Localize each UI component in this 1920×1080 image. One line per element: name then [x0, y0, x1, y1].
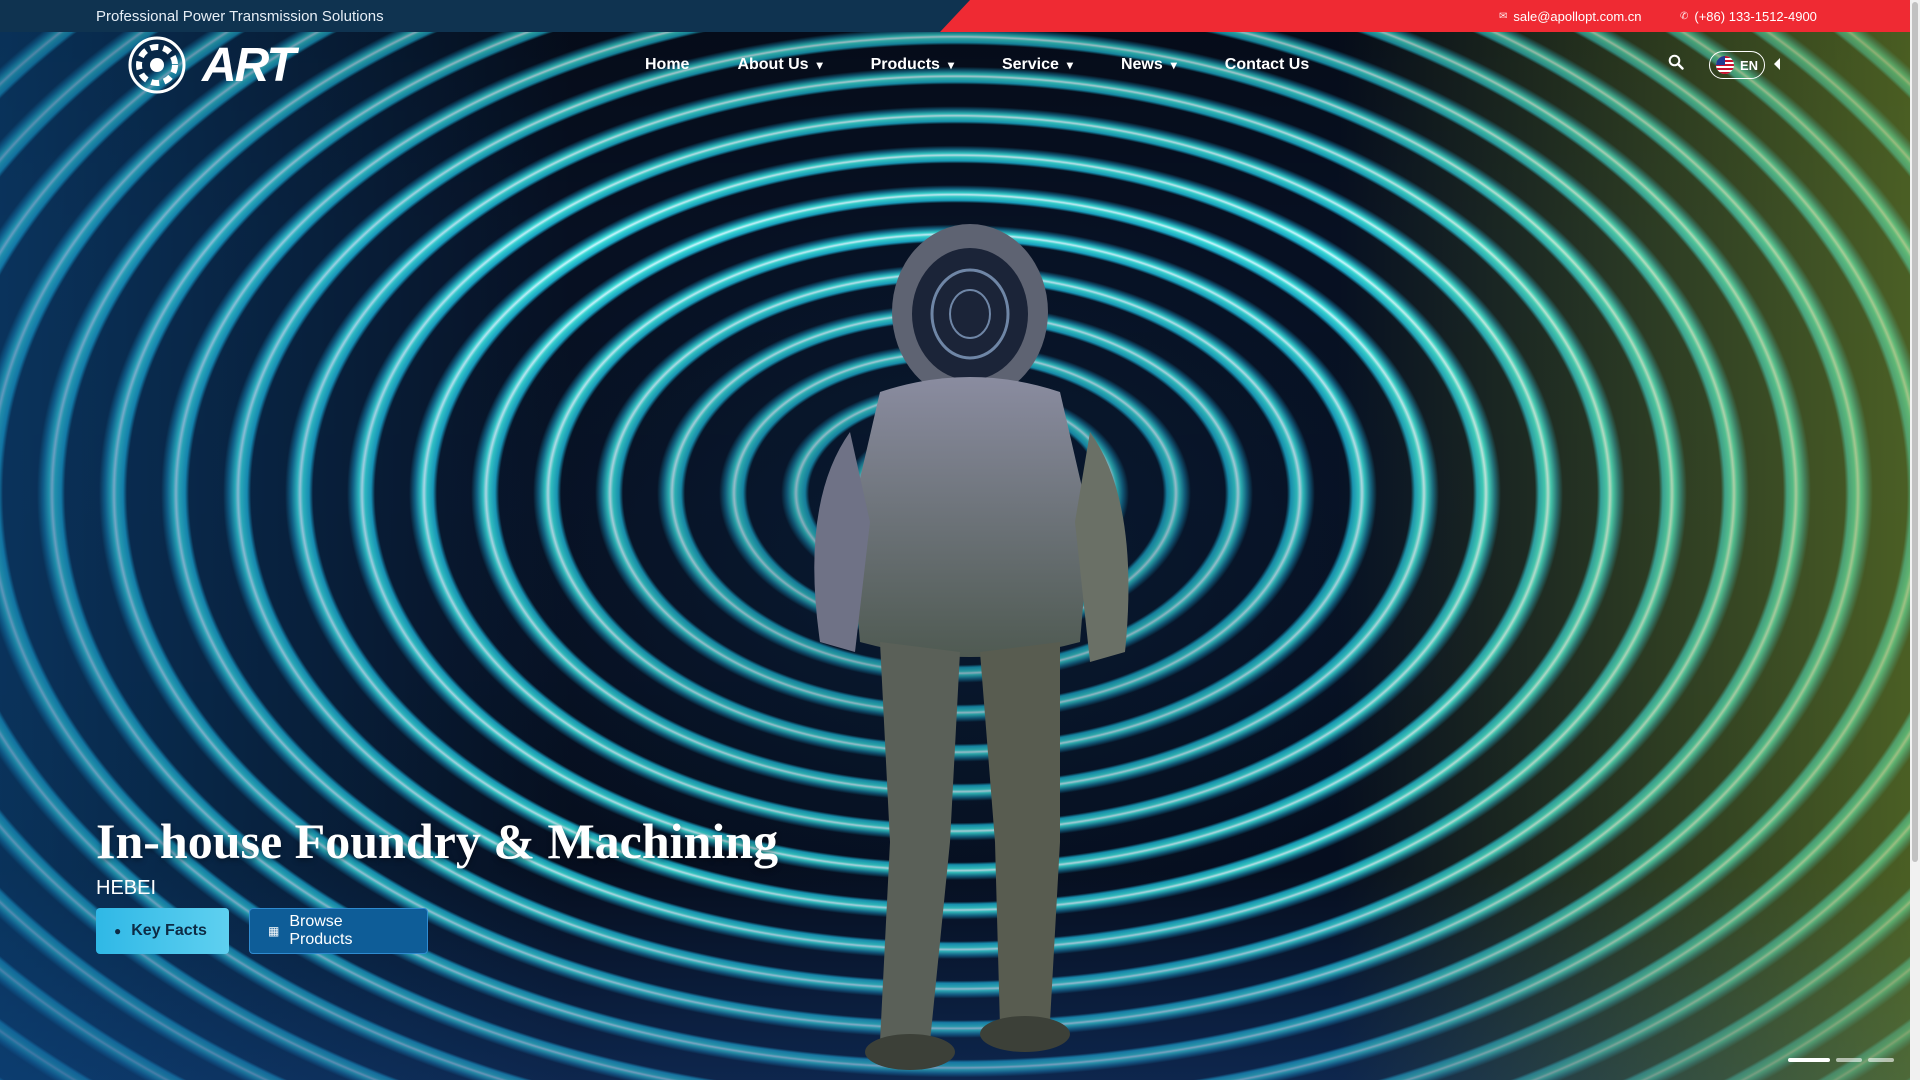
- main-nav: Home About Us ▾ Products ▾ Service ▾ News ▾ …: [645, 56, 1357, 74]
- logo-wordmark: ART: [202, 38, 296, 92]
- phone-icon: ✆: [1680, 11, 1689, 22]
- hero-subtitle: HEBEI: [96, 877, 157, 899]
- chevron-down-icon: ▾: [1066, 58, 1073, 72]
- slide-dot-1[interactable]: [1788, 1058, 1830, 1062]
- browse-products-button[interactable]: ▦ Browse Products: [249, 908, 428, 954]
- logo-emblem-icon: [128, 36, 186, 94]
- nav-news[interactable]: News ▾: [1121, 56, 1177, 74]
- tagline: Professional Power Transmission Solution…: [96, 8, 384, 25]
- astronaut-image: [814, 224, 1129, 1070]
- nav-home[interactable]: Home: [645, 56, 689, 74]
- nav-contact-us[interactable]: Contact Us: [1225, 56, 1309, 74]
- nav-service[interactable]: Service ▾: [1002, 56, 1073, 74]
- key-facts-button[interactable]: ● Key Facts: [96, 908, 229, 954]
- hero-title: In-house Foundry & Machining: [96, 813, 779, 869]
- email-text: sale@apollopt.com.cn: [1513, 9, 1642, 24]
- phone-link[interactable]: ✆ (+86) 133-1512-4900: [1680, 9, 1817, 24]
- info-icon: ●: [114, 924, 122, 938]
- envelope-icon: ✉: [1499, 11, 1508, 22]
- language-selector[interactable]: EN: [1709, 51, 1765, 79]
- search-icon[interactable]: [1668, 54, 1684, 70]
- caret-left-icon[interactable]: [1774, 58, 1780, 70]
- page-scrollbar[interactable]: [1910, 0, 1920, 1080]
- nav-products[interactable]: Products ▾: [871, 56, 954, 74]
- top-bar: Professional Power Transmission Solution…: [0, 0, 1910, 32]
- phone-text: (+86) 133-1512-4900: [1694, 9, 1817, 24]
- slide-dot-3[interactable]: [1868, 1058, 1894, 1062]
- slider-pagination: [1788, 1058, 1894, 1062]
- grid-icon: ▦: [268, 924, 280, 938]
- site-logo[interactable]: ART: [128, 36, 296, 94]
- nav-about-us[interactable]: About Us ▾: [737, 56, 822, 74]
- chevron-down-icon: ▾: [816, 58, 823, 72]
- language-code: EN: [1740, 57, 1759, 73]
- us-flag-icon: [1716, 56, 1734, 74]
- chevron-down-icon: ▾: [1170, 58, 1177, 72]
- slide-dot-2[interactable]: [1836, 1058, 1862, 1062]
- email-link[interactable]: ✉ sale@apollopt.com.cn: [1499, 9, 1642, 24]
- chevron-down-icon: ▾: [947, 58, 954, 72]
